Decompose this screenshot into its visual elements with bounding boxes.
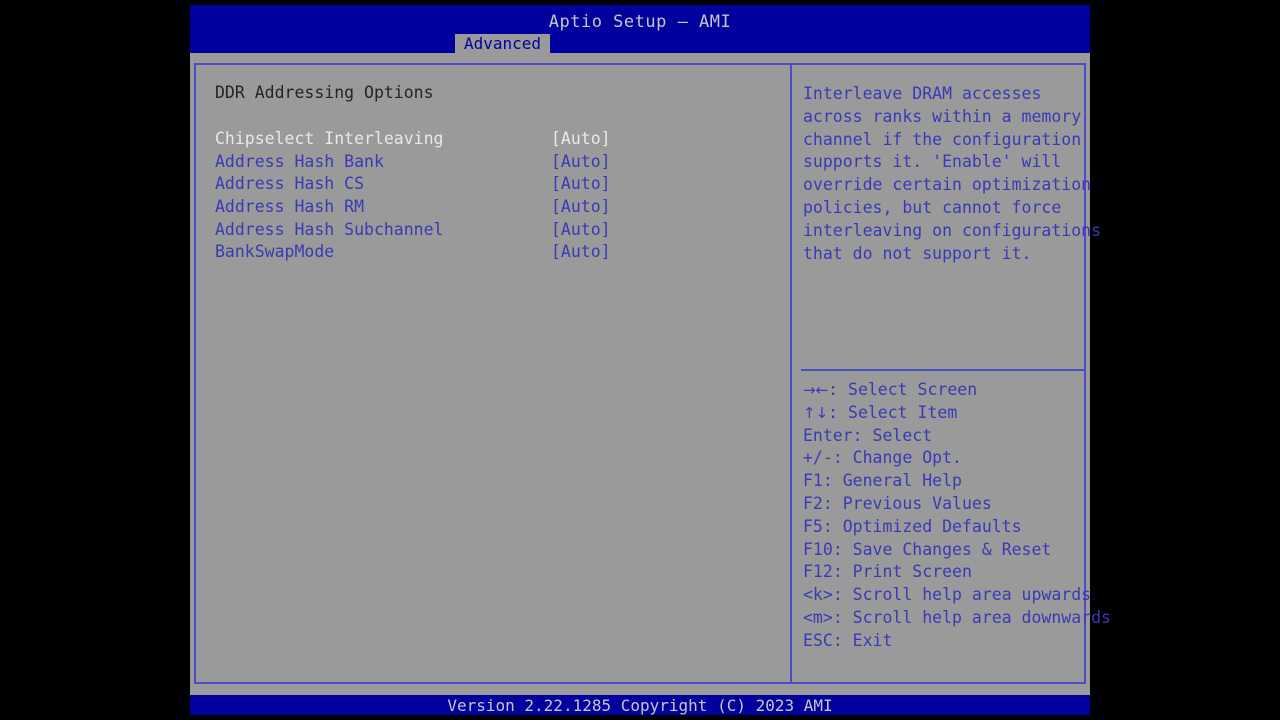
hotkey-line: ↑↓: Select Item [803, 402, 1093, 425]
arrows-horizontal-icon: →← [803, 381, 829, 399]
setting-value[interactable]: [Auto] [551, 197, 611, 216]
hotkey-action: : Optimized Defaults [822, 516, 1022, 536]
options-list: Chipselect Interleaving [Auto] Address Has… [196, 129, 790, 265]
help-pane: Interleave DRAM accesses across ranks wit… [792, 65, 1111, 682]
help-line: across ranks within a memory [803, 106, 1082, 126]
setting-label: Address Hash CS [215, 174, 365, 194]
setting-label: Chipselect Interleaving [215, 129, 444, 148]
setting-value[interactable]: [Auto] [551, 129, 611, 148]
footer-bar: Version 2.22.1285 Copyright (C) 2023 AMI [190, 695, 1090, 715]
settings-pane: DDR Addressing Options Chipselect Interl… [196, 65, 790, 682]
setting-value[interactable]: [Auto] [551, 152, 611, 171]
setting-value[interactable]: [Auto] [551, 242, 611, 261]
bios-screen: Aptio Setup – AMI Advanced DDR Addressin… [0, 0, 1280, 720]
hotkey-line: F1: General Help [803, 470, 1093, 493]
arrows-vertical-icon: ↑↓ [803, 403, 829, 422]
setting-label: Address Hash Bank [215, 151, 384, 171]
version-text: Version 2.22.1285 Copyright (C) 2023 AMI [447, 696, 833, 715]
hotkey-line: →←: Select Screen [803, 379, 1093, 402]
hotkey-key: F1 [803, 471, 823, 491]
hotkey-line: <k>: Scroll help area upwards [803, 584, 1093, 607]
help-line: channel if the configuration [803, 129, 1082, 149]
help-line: interleaving on configurations [803, 220, 1102, 240]
section-title: DDR Addressing Options [215, 83, 434, 102]
hotkey-line: F12: Print Screen [803, 561, 1093, 584]
hotkey-action: : Scroll help area downwards [832, 607, 1111, 627]
hotkey-line: ESC: Exit [803, 630, 1093, 653]
menu-tab-bar: Advanced [190, 34, 1090, 53]
hotkey-action: : Save Changes & Reset [832, 539, 1052, 559]
hotkey-action: : Select Item [828, 402, 958, 422]
hotkey-line: Enter: Select [803, 425, 1093, 448]
hotkey-key: <m> [803, 607, 833, 627]
setting-row[interactable]: Address Hash Bank [Auto] [196, 152, 790, 175]
help-line: that do not support it. [803, 243, 1032, 263]
title-bar: Aptio Setup – AMI Advanced [190, 5, 1090, 53]
hotkey-action: : Previous Values [822, 493, 992, 513]
hotkey-key: +/- [803, 448, 833, 468]
hotkey-action: : Select Screen [828, 380, 978, 399]
setting-row[interactable]: Address Hash Subchannel [Auto] [196, 220, 790, 243]
setting-label: Address Hash RM [215, 197, 365, 217]
hotkey-line: F10: Save Changes & Reset [803, 539, 1093, 562]
hotkey-action: : Scroll help area upwards [832, 585, 1092, 605]
setting-value[interactable]: [Auto] [551, 220, 611, 239]
hotkey-line: F5: Optimized Defaults [803, 516, 1093, 539]
setting-label: BankSwapMode [215, 242, 335, 262]
hotkey-line: <m>: Scroll help area downwards [803, 607, 1111, 630]
tab-advanced[interactable]: Advanced [455, 34, 551, 53]
hotkey-action: : General Help [822, 471, 962, 491]
help-line: supports it. 'Enable' will [803, 152, 1062, 172]
hotkey-key: Enter [803, 425, 853, 445]
hotkey-key: F2 [803, 493, 823, 513]
help-line: policies, but cannot force [803, 197, 1062, 217]
hotkey-line: +/-: Change Opt. [803, 447, 1093, 470]
hotkey-key: F5 [803, 516, 823, 536]
help-line: override certain optimization [803, 175, 1092, 195]
setting-row[interactable]: BankSwapMode [Auto] [196, 242, 790, 265]
hotkey-line: F2: Previous Values [803, 493, 1093, 516]
setting-row[interactable]: Address Hash CS [Auto] [196, 174, 790, 197]
hotkey-action: : Select [852, 425, 933, 445]
help-line: Interleave DRAM accesses [803, 84, 1042, 103]
bios-console: Aptio Setup – AMI Advanced DDR Addressin… [190, 5, 1111, 715]
help-description: Interleave DRAM accesses across ranks wit… [803, 83, 1102, 265]
page-title: Aptio Setup – AMI [548, 12, 732, 32]
hotkey-key: <k> [803, 585, 833, 605]
setting-row[interactable]: Chipselect Interleaving [Auto] [196, 129, 790, 152]
setting-row[interactable]: Address Hash RM [Auto] [196, 197, 790, 220]
content-frame: DDR Addressing Options Chipselect Interl… [194, 63, 1111, 684]
hotkey-action: : Change Opt. [832, 448, 962, 468]
hotkey-key: ESC [803, 630, 833, 650]
hotkey-legend: →←: Select Screen ↑↓: Select Item Enter: S… [803, 379, 1111, 653]
hotkey-action: : Exit [832, 630, 893, 650]
hotkey-key: F10 [803, 539, 833, 559]
title-gap-strip [190, 53, 1090, 63]
help-separator [801, 369, 1084, 371]
footer-gap-strip [190, 684, 1090, 695]
hotkey-action: : Print Screen [832, 562, 972, 582]
setting-value[interactable]: [Auto] [551, 174, 611, 193]
hotkey-key: F12 [803, 562, 833, 582]
setting-label: Address Hash Subchannel [215, 219, 444, 239]
